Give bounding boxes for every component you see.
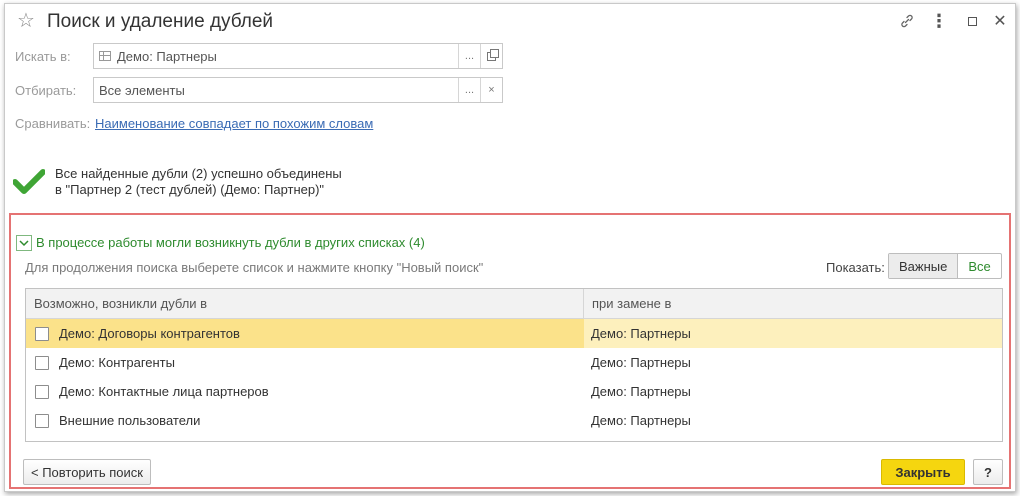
star-icon[interactable]: ☆	[17, 11, 35, 31]
row-replace: Демо: Партнеры	[591, 355, 691, 370]
success-message: Все найденные дубли (2) успешно объедине…	[55, 166, 342, 198]
row-checkbox[interactable]	[35, 355, 49, 370]
row-replace: Демо: Партнеры	[591, 413, 691, 428]
row-checkbox[interactable]	[35, 384, 49, 399]
success-line-1: Все найденные дубли (2) успешно объедине…	[55, 166, 342, 181]
search-in-field[interactable]: Демо: Партнеры ...	[93, 43, 503, 69]
row-name: Внешние пользователи	[59, 413, 201, 428]
maximize-icon[interactable]	[960, 10, 984, 32]
column-header-replace[interactable]: при замене в	[584, 289, 1002, 318]
table-row[interactable]: Демо: Контактные лица партнеров Демо: Па…	[26, 377, 1002, 406]
filter-value: Все элементы	[99, 82, 185, 98]
table-header: Возможно, возникли дубли в при замене в	[26, 289, 1002, 319]
window-title: Поиск и удаление дублей	[47, 11, 274, 32]
link-icon[interactable]	[895, 10, 919, 32]
checkmark-icon	[13, 169, 45, 194]
filter-field[interactable]: Все элементы ... ×	[93, 77, 503, 103]
more-icon[interactable]: ⋮	[927, 10, 951, 32]
filter-all-button[interactable]: Все	[958, 254, 1000, 278]
filter-important-button[interactable]: Важные	[889, 254, 959, 278]
duplicates-table: Возможно, возникли дубли в при замене в …	[25, 288, 1003, 442]
clear-icon[interactable]: ×	[480, 78, 502, 102]
table-row[interactable]: Демо: Контрагенты Демо: Партнеры	[26, 348, 1002, 377]
search-in-label: Искать в:	[15, 49, 71, 64]
show-label: Показать:	[826, 260, 885, 275]
duplicate-search-window: ☆ Поиск и удаление дублей ⋮ ✕ Искать в: …	[4, 3, 1016, 492]
close-icon[interactable]: ✕	[988, 10, 1012, 32]
filter-label: Отбирать:	[15, 83, 77, 98]
other-duplicates-group: В процессе работы могли возникнуть дубли…	[9, 213, 1011, 489]
compare-rule-link[interactable]: Наименование совпадает по похожим словам	[95, 116, 373, 131]
table-icon	[99, 51, 111, 61]
search-in-value: Демо: Партнеры	[117, 48, 217, 64]
title-bar: ☆ Поиск и удаление дублей ⋮ ✕	[5, 4, 1015, 40]
hint-text: Для продолжения поиска выберете список и…	[25, 260, 484, 275]
group-title[interactable]: В процессе работы могли возникнуть дубли…	[36, 235, 425, 250]
row-replace: Демо: Партнеры	[584, 319, 1002, 348]
row-replace: Демо: Партнеры	[591, 384, 691, 399]
row-checkbox[interactable]	[35, 413, 49, 428]
chevron-down-icon[interactable]	[16, 235, 32, 251]
table-row[interactable]: Внешние пользователи Демо: Партнеры	[26, 406, 1002, 435]
compare-label: Сравнивать:	[15, 116, 91, 131]
open-icon[interactable]	[480, 44, 502, 68]
row-name: Демо: Контрагенты	[59, 355, 175, 370]
success-line-2: в "Партнер 2 (тест дублей) (Демо: Партне…	[55, 182, 325, 197]
row-checkbox[interactable]	[35, 326, 49, 341]
close-button[interactable]: Закрыть	[881, 459, 965, 485]
row-name: Демо: Договоры контрагентов	[59, 326, 240, 341]
help-button[interactable]: ?	[973, 459, 1003, 485]
repeat-search-button[interactable]: < Повторить поиск	[23, 459, 151, 485]
row-name: Демо: Контактные лица партнеров	[59, 384, 269, 399]
column-header-possible[interactable]: Возможно, возникли дубли в	[26, 289, 584, 318]
table-body: Демо: Договоры контрагентов Демо: Партне…	[26, 319, 1002, 435]
table-row[interactable]: Демо: Договоры контрагентов Демо: Партне…	[26, 319, 1002, 348]
choose-button[interactable]: ...	[458, 44, 480, 68]
show-filter-toggle: Важные Все	[888, 253, 1002, 279]
filter-choose-button[interactable]: ...	[458, 78, 480, 102]
